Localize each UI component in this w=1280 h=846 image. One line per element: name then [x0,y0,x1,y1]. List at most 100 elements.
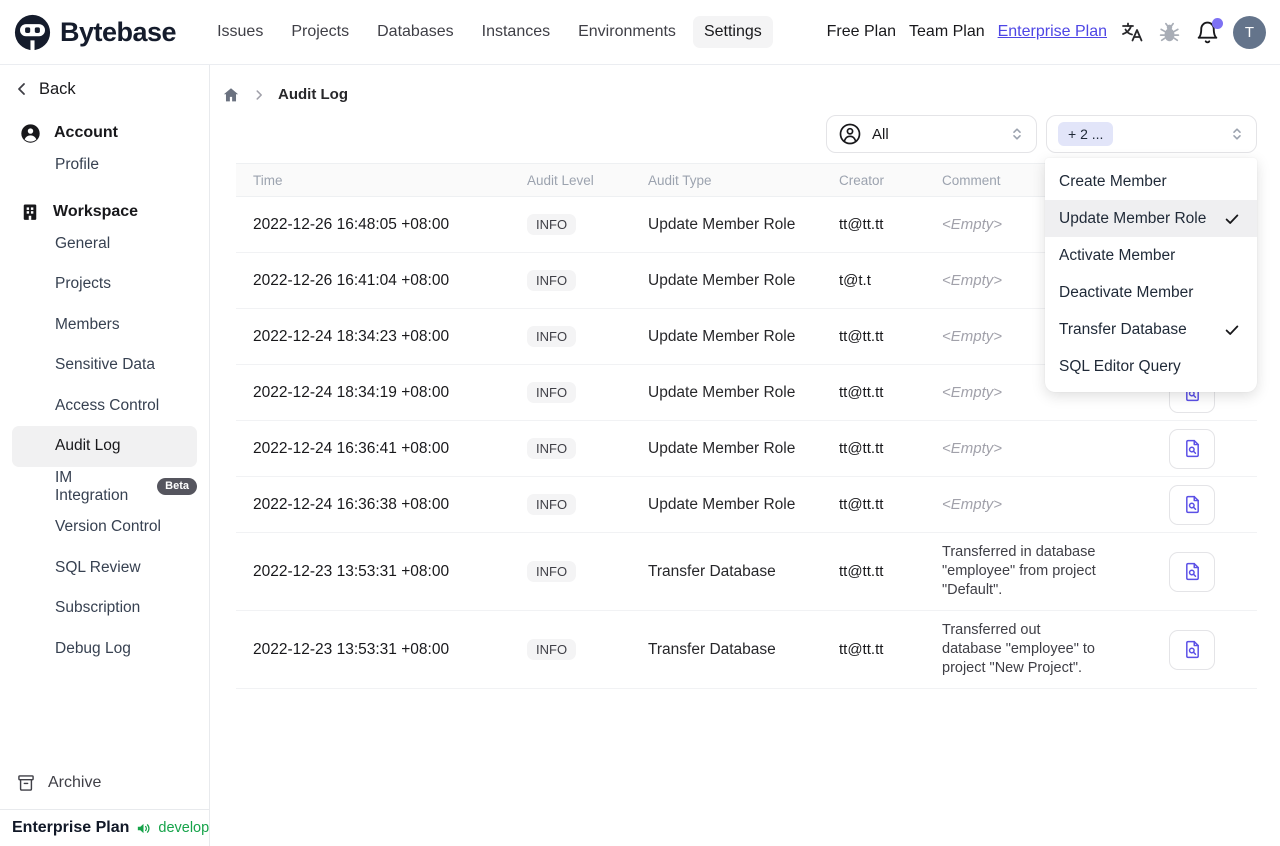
audit-level-badge: INFO [527,270,577,291]
sidebar-item-general[interactable]: General [12,224,197,265]
audit-level-badge: INFO [527,214,577,235]
chevron-right-icon [252,88,266,102]
audit-comment: <Empty> [942,496,1003,513]
audit-time: 2022-12-24 16:36:41 +08:00 [253,439,450,457]
audit-creator: tt@tt.tt [839,216,884,233]
table-row: 2022-12-24 16:36:38 +08:00 INFO Update M… [236,477,1257,533]
back-button[interactable]: Back [0,65,209,101]
archive-box-icon [16,773,36,793]
table-row: 2022-12-23 13:53:31 +08:00 INFO Transfer… [236,611,1257,689]
sidebar-item-debug-log[interactable]: Debug Log [12,629,197,670]
beta-badge: Beta [157,478,197,496]
chevron-left-icon [14,81,30,97]
col-time: Time [253,172,283,188]
audit-time: 2022-12-23 13:53:31 +08:00 [253,640,450,658]
building-icon [20,202,40,222]
nav-instances[interactable]: Instances [471,16,561,48]
creator-filter-select[interactable]: All [826,115,1037,153]
menu-item-deactivate-member[interactable]: Deactivate Member [1045,274,1257,311]
audit-time: 2022-12-23 13:53:31 +08:00 [253,562,450,580]
view-detail-button[interactable] [1169,484,1215,525]
audit-time: 2022-12-24 18:34:23 +08:00 [253,327,450,345]
audit-level-badge: INFO [527,561,577,582]
audit-time: 2022-12-26 16:41:04 +08:00 [253,271,450,289]
menu-item-transfer-database[interactable]: Transfer Database [1045,311,1257,348]
audit-creator: tt@tt.tt [839,496,884,513]
enterprise-plan-link[interactable]: Enterprise Plan [998,23,1107,41]
brand-name: Bytebase [60,16,177,47]
back-label: Back [39,79,76,98]
audit-creator: tt@tt.tt [839,641,884,658]
audit-level-badge: INFO [527,639,577,660]
check-icon [1223,210,1241,228]
audit-time: 2022-12-24 16:36:38 +08:00 [253,495,450,513]
view-detail-button[interactable] [1169,629,1215,670]
menu-item-update-member-role[interactable]: Update Member Role [1045,200,1257,237]
nav-issues[interactable]: Issues [206,16,274,48]
audit-type: Update Member Role [648,327,796,345]
navbar-right: Free Plan Team Plan Enterprise Plan T [827,15,1266,49]
menu-item-sql-editor-query[interactable]: SQL Editor Query [1045,348,1257,385]
audit-type: Update Member Role [648,383,796,401]
creator-filter-value: All [872,125,889,143]
sidebar-item-profile[interactable]: Profile [12,145,197,186]
audit-level-badge: INFO [527,494,577,515]
nav-settings[interactable]: Settings [692,16,773,48]
audit-creator: tt@tt.tt [839,563,884,580]
sidebar-item-members[interactable]: Members [12,305,197,346]
menu-item-create-member[interactable]: Create Member [1045,163,1257,200]
sidebar-item-im-integration[interactable]: IM Integration Beta [12,467,197,508]
sidebar-item-audit-log[interactable]: Audit Log [12,426,197,467]
audit-creator: tt@tt.tt [839,384,884,401]
bug-icon[interactable] [1157,20,1182,45]
audit-log-page: Audit Log All + 2 ... Time Audit Level A… [210,65,1280,846]
nav-projects[interactable]: Projects [280,16,360,48]
current-plan-label: Enterprise Plan [12,819,130,836]
audit-type: Transfer Database [648,562,776,580]
view-detail-button[interactable] [1169,551,1215,592]
workspace-section-title: Workspace [53,202,139,220]
audit-type-dropdown-menu: Create Member Update Member Role Activat… [1045,158,1257,392]
audit-level-badge: INFO [527,326,577,347]
bytebase-logo[interactable]: Bytebase [14,14,177,51]
main-nav: Issues Projects Databases Instances Envi… [206,16,773,48]
view-detail-button[interactable] [1169,428,1215,469]
audit-time: 2022-12-26 16:48:05 +08:00 [253,215,450,233]
team-plan-link[interactable]: Team Plan [909,23,985,41]
audit-comment: Transferred in database "employee" from … [942,544,1096,598]
settings-sidebar: Back Account Profile Workspace General P… [0,65,241,846]
audit-type: Update Member Role [648,215,796,233]
audit-level-badge: INFO [527,382,577,403]
audit-type: Transfer Database [648,640,776,658]
menu-item-activate-member[interactable]: Activate Member [1045,237,1257,274]
archive-button[interactable]: Archive [0,763,209,803]
sidebar-item-access-control[interactable]: Access Control [12,386,197,427]
free-plan-link[interactable]: Free Plan [827,23,896,41]
audit-creator: t@t.t [839,272,871,289]
translate-icon[interactable] [1120,20,1144,44]
sidebar-item-projects[interactable]: Projects [12,264,197,305]
audit-type: Update Member Role [648,439,796,457]
type-filter-count-pill: + 2 ... [1058,122,1114,146]
sidebar-item-version-control[interactable]: Version Control [12,507,197,548]
sidebar-item-sql-review[interactable]: SQL Review [12,548,197,589]
user-circle-icon [20,123,41,144]
archive-label: Archive [48,774,102,791]
check-icon [1223,321,1241,339]
audit-comment: <Empty> [942,440,1003,457]
notification-bell-icon[interactable] [1195,17,1223,45]
nav-databases[interactable]: Databases [366,16,465,48]
table-row: 2022-12-24 16:36:41 +08:00 INFO Update M… [236,421,1257,477]
selector-arrows-icon [1009,126,1025,142]
home-icon[interactable] [222,86,240,104]
workspace-section-header: Workspace [0,200,209,224]
sidebar-item-subscription[interactable]: Subscription [12,588,197,629]
audit-creator: tt@tt.tt [839,440,884,457]
audit-creator: tt@tt.tt [839,328,884,345]
sidebar-item-sensitive-data[interactable]: Sensitive Data [12,345,197,386]
audit-type-filter-select[interactable]: + 2 ... [1046,115,1257,153]
user-avatar[interactable]: T [1233,15,1266,49]
nav-environments[interactable]: Environments [567,16,687,48]
filter-row: All + 2 ... [210,115,1280,153]
account-section-title: Account [54,124,118,141]
